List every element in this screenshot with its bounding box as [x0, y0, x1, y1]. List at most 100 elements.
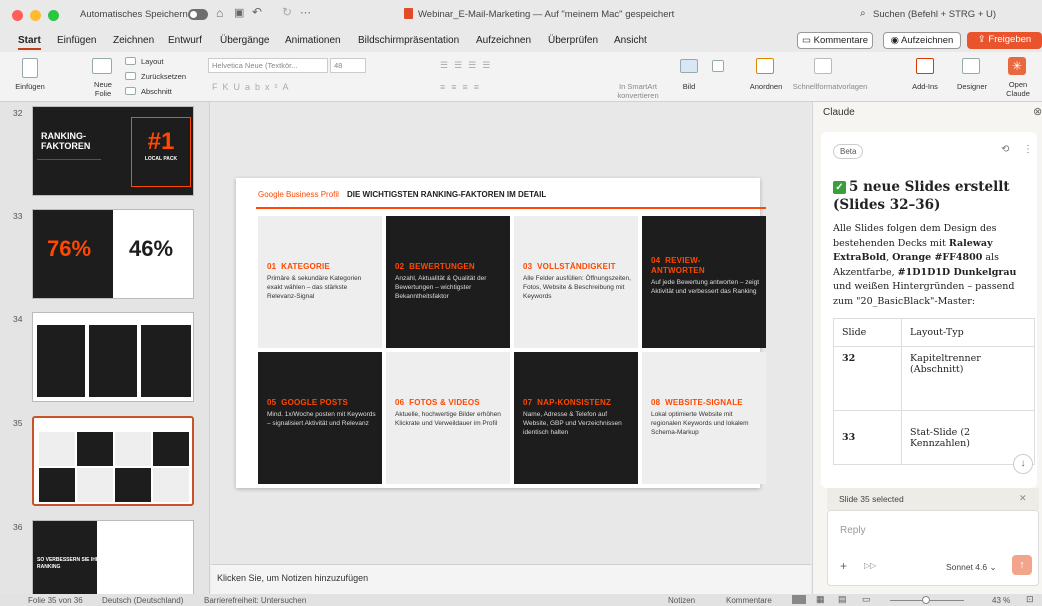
slide-thumb-33[interactable]: 76% 46% — [32, 209, 194, 299]
clear-selection-icon[interactable]: ✕ — [1019, 493, 1027, 504]
slide-canvas[interactable]: Google Business Profil DIE WICHTIGSTEN R… — [236, 178, 766, 488]
paragraph-icons[interactable]: ☰☰☰☰ — [440, 60, 496, 71]
quick-styles-icon[interactable] — [814, 58, 832, 74]
normal-view-icon[interactable] — [792, 595, 806, 604]
slide-table: Slide Layout-Typ 32 Kapiteltrenner (Abschn… — [833, 318, 1035, 465]
tab-zeichnen[interactable]: Zeichnen — [113, 35, 154, 46]
text-format-icons[interactable]: FKUabx²A — [212, 82, 294, 92]
tab-entwurf[interactable]: Entwurf — [168, 35, 202, 46]
card-title: 05 GOOGLE POSTS — [267, 398, 348, 407]
tab-aufzeichnen[interactable]: Aufzeichnen — [476, 35, 531, 46]
ranking-card-6: 06 FOTOS & VIDEOS Aktuelle, hochwertige B… — [386, 352, 510, 484]
addins-label: Add-Ins — [912, 82, 938, 91]
comments-toggle[interactable]: Kommentare — [726, 596, 772, 605]
tab-start[interactable]: Start — [18, 35, 41, 50]
minimize-window-button[interactable] — [30, 10, 41, 21]
paste-icon[interactable] — [22, 58, 38, 78]
autosave-toggle[interactable] — [188, 9, 208, 20]
language[interactable]: Deutsch (Deutschland) — [102, 596, 183, 605]
search-field[interactable]: Suchen (Befehl + STRG + U) — [873, 9, 996, 20]
quick-styles-label: Schnellformatvorlagen — [792, 82, 868, 91]
designer-icon[interactable] — [962, 58, 980, 74]
record-icon: ◉ — [890, 35, 902, 46]
reply-box[interactable]: Reply + ▷▷ Sonnet 4.6 ⌄ ↑ — [827, 510, 1039, 586]
slide-thumbnail-pane: 32 RANKING- FAKTOREN #1 LOCAL PACK 33 76… — [0, 102, 210, 594]
picture-icon[interactable] — [680, 59, 698, 73]
thumb-number: 32 — [13, 108, 23, 118]
search-icon[interactable]: ⌕ — [860, 8, 866, 19]
redo-icon[interactable]: ↻ — [282, 5, 292, 19]
slide-thumb-32[interactable]: RANKING- FAKTOREN #1 LOCAL PACK — [32, 106, 194, 196]
share-button[interactable]: ⇪ Freigeben — [967, 32, 1042, 49]
shapes-icon[interactable] — [712, 60, 724, 72]
open-claude-label[interactable]: Open Claude — [1002, 80, 1034, 98]
share-icon: ⇪ — [977, 34, 989, 45]
slide-thumb-35-selected[interactable] — [32, 416, 194, 506]
tools-icon[interactable]: ▷▷ — [864, 561, 876, 570]
selection-chip: Slide 35 selected ✕ — [827, 488, 1039, 510]
more-icon[interactable]: ⋯ — [300, 6, 311, 19]
arrange-icon[interactable] — [756, 58, 774, 74]
message-body: Alle Slides folgen dem Design des besteh… — [833, 223, 1017, 307]
notes-area[interactable]: Klicken Sie, um Notizen hinzuzufügen — [211, 564, 811, 594]
thumb-stat-box: #1 LOCAL PACK — [131, 117, 191, 187]
undo-icon[interactable]: ↶ — [252, 5, 262, 19]
tab-uebergaenge[interactable]: Übergänge — [220, 35, 269, 46]
reset-button[interactable]: Zurücksetzen — [141, 72, 186, 81]
ranking-card-1: 01 KATEGORIE Primäre & sekundäre Kategori… — [258, 216, 382, 348]
record-button[interactable]: ◉ Aufzeichnen — [883, 32, 961, 49]
history-icon[interactable]: ⟲ — [1001, 144, 1009, 155]
card-title: 07 NAP-KONSISTENZ — [523, 398, 612, 407]
scroll-down-icon[interactable]: ↓ — [1013, 454, 1033, 474]
addins-icon[interactable] — [916, 58, 934, 74]
accessibility-check[interactable]: Barrierefreiheit: Untersuchen — [204, 596, 306, 605]
zoom-window-button[interactable] — [48, 10, 59, 21]
thumb-col — [37, 325, 85, 397]
tab-animationen[interactable]: Animationen — [285, 35, 341, 46]
slide-thumb-34[interactable] — [32, 312, 194, 402]
section-button[interactable]: Abschnitt — [141, 87, 172, 96]
new-slide-label[interactable]: Neue Folie — [86, 80, 120, 98]
reading-view-icon[interactable]: ▤ — [838, 594, 847, 605]
arrange-label: Anordnen — [749, 82, 783, 91]
card-title: 01 KATEGORIE — [267, 262, 330, 271]
fit-window-icon[interactable]: ⊡ — [1026, 594, 1034, 605]
close-panel-icon[interactable]: ⊗ — [1033, 105, 1042, 118]
tab-ueberpruefen[interactable]: Überprüfen — [548, 35, 598, 46]
slide-heading: DIE WICHTIGSTEN RANKING-FAKTOREN IM DETA… — [347, 190, 547, 199]
tab-bildschirmpraesentation[interactable]: Bildschirmpräsentation — [358, 35, 459, 46]
smartart-button[interactable]: In SmartArt konvertieren — [612, 82, 664, 100]
layout-button[interactable]: Layout — [141, 57, 164, 66]
notes-toggle[interactable]: Notizen — [668, 596, 695, 605]
ribbon-tab-bar: Start Einfügen Zeichnen Entwurf Übergäng… — [0, 30, 1042, 52]
tab-ansicht[interactable]: Ansicht — [614, 35, 647, 46]
sorter-view-icon[interactable]: ▦ — [816, 594, 825, 605]
menu-icon[interactable]: ⋮ — [1023, 144, 1033, 155]
reply-input[interactable]: Reply — [840, 525, 866, 536]
zoom-handle[interactable] — [922, 596, 930, 604]
thumb-col — [141, 325, 191, 397]
document-title[interactable]: Webinar_E-Mail-Marketing — Auf "meinem M… — [418, 9, 674, 20]
message-headline: ✓ 5 neue Slides erstellt (Slides 32–36) — [833, 179, 1010, 213]
zoom-level[interactable]: 43 % — [992, 596, 1010, 605]
add-icon[interactable]: + — [840, 559, 847, 573]
home-icon[interactable]: ⌂ — [216, 6, 223, 20]
autosave-label: Automatisches Speichern — [80, 9, 188, 20]
ranking-card-7: 07 NAP-KONSISTENZ Name, Adresse & Telefon… — [514, 352, 638, 484]
font-family-select[interactable]: Helvetica Neue (Textkör... — [208, 58, 328, 73]
slide-thumb-36[interactable]: SO VERBESSERN SIE IHR RANKING — [32, 520, 194, 594]
claude-icon[interactable]: ✳ — [1008, 57, 1026, 75]
model-select[interactable]: Sonnet 4.6 ⌄ — [946, 562, 997, 573]
new-slide-icon[interactable] — [92, 58, 112, 74]
send-button[interactable]: ↑ — [1012, 555, 1032, 575]
slide-kicker: Google Business Profil — [258, 190, 339, 199]
align-icons[interactable]: ≡≡≡≡ — [440, 82, 485, 92]
save-icon[interactable]: ▣ — [234, 6, 244, 19]
comments-button[interactable]: ▭ Kommentare — [797, 32, 873, 49]
close-window-button[interactable] — [12, 10, 23, 21]
slideshow-view-icon[interactable]: ▭ — [862, 594, 871, 605]
font-size-select[interactable]: 48 — [330, 58, 366, 73]
paste-label: Einfügen — [15, 82, 45, 91]
card-title: 06 FOTOS & VIDEOS — [395, 398, 480, 407]
tab-einfuegen[interactable]: Einfügen — [57, 35, 96, 46]
